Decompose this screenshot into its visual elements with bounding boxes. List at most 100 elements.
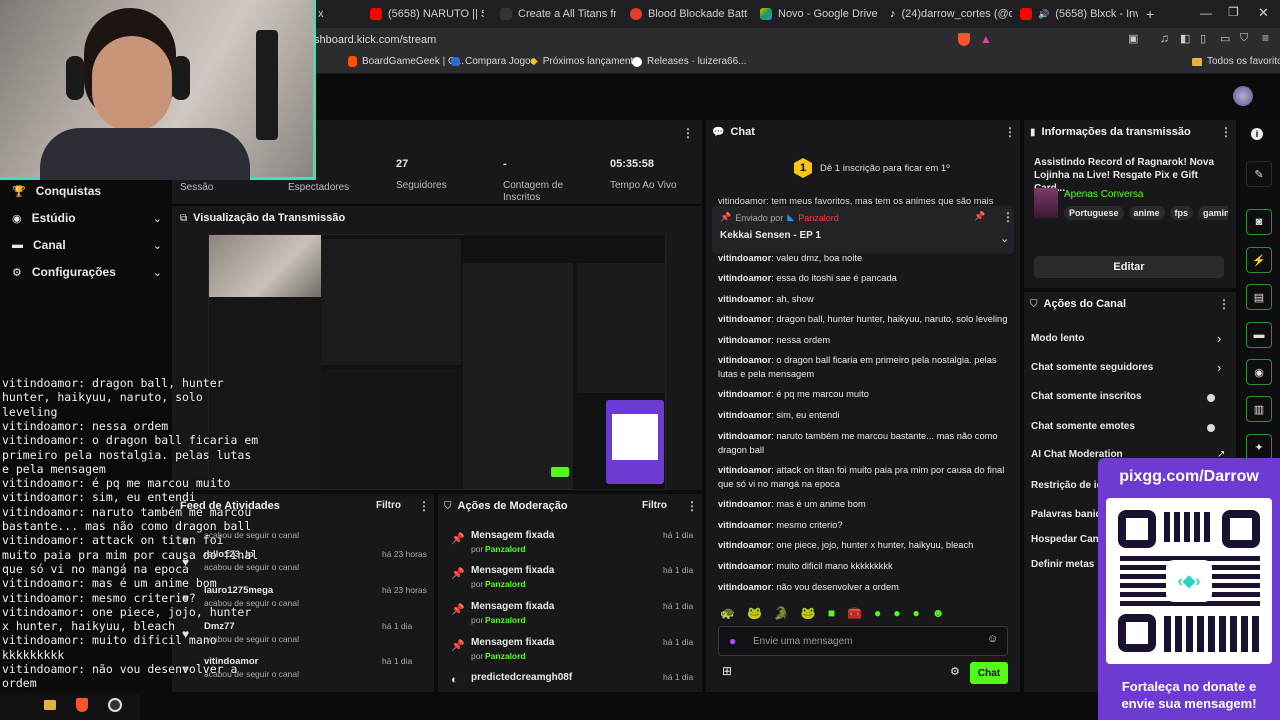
new-tab-icon[interactable]: + (1146, 6, 1154, 22)
bookmark-item[interactable]: ◆ Próximos lançament... (530, 56, 642, 67)
bookmark-icon[interactable]: ▯ (1200, 32, 1206, 45)
chat-username[interactable]: vitindoamor (718, 294, 771, 304)
channel-action-item[interactable]: Chat somente emotes (1031, 421, 1229, 437)
tag[interactable]: anime (1128, 206, 1165, 220)
chat-username[interactable]: vitindoamor (718, 540, 771, 550)
more-icon[interactable]: ⋮ (1002, 210, 1014, 224)
wrench-icon[interactable]: ✦ (1246, 434, 1272, 460)
menu-icon[interactable]: ≡ (1262, 31, 1269, 45)
emote-icon[interactable]: 🐊 (774, 606, 789, 620)
music-icon[interactable]: ♫ (1160, 31, 1169, 45)
screenshot-icon[interactable]: ▣ (1128, 32, 1138, 45)
emote-icon[interactable]: 🐸 (747, 606, 762, 620)
follower-name[interactable]: Dmz77 (204, 621, 235, 632)
chat-input[interactable]: ● Envie uma mensagem ☺ (718, 626, 1008, 656)
emote-icon[interactable]: 🐸 (801, 606, 816, 620)
vpn-icon[interactable]: ⛉ (1240, 32, 1248, 45)
emote-icon[interactable]: ● (893, 606, 900, 620)
sub-goal-banner[interactable]: 1 Dê 1 inscrição para ficar em 1º (794, 158, 950, 178)
url-field[interactable]: shboard.kick.com/stream (314, 34, 436, 46)
tag[interactable]: fps (1169, 206, 1194, 220)
moderator-name[interactable]: Panzalord (485, 579, 526, 589)
brave-rewards-icon[interactable]: ▲ (980, 32, 992, 46)
sidebar-icon[interactable]: ◧ (1180, 32, 1190, 45)
camera-icon[interactable]: ◙ (1246, 209, 1272, 235)
edit-button[interactable]: Editar (1034, 256, 1224, 278)
chat-username[interactable]: vitindoamor (718, 389, 771, 399)
browser-tab[interactable]: (5658) NARUTO || Silhouett (364, 0, 484, 28)
minimize-icon[interactable]: — (1200, 6, 1212, 20)
emote-icon[interactable]: ☻ (932, 606, 945, 620)
chat-username[interactable]: vitindoamor (718, 561, 771, 571)
chat-username[interactable]: vitindoamor (718, 273, 771, 283)
activity-filter-button[interactable]: Filtro (376, 500, 401, 511)
file-explorer-icon[interactable] (44, 700, 56, 710)
browser-tab[interactable]: Novo - Google Drive (754, 0, 878, 28)
info-icon[interactable]: i (1251, 128, 1263, 140)
chat-username[interactable]: vitindoamor (718, 314, 771, 324)
browser-tab[interactable]: ♪ (24)darrow_cortes (@darro (884, 0, 1012, 28)
moderation-item[interactable]: 📌 Mensagem fixada por Panzalord há 1 dia (447, 601, 697, 635)
close-icon[interactable]: ✕ (1258, 5, 1269, 21)
moderator-name[interactable]: Panzalord (485, 615, 526, 625)
brave-icon[interactable] (76, 698, 88, 712)
emoji-icon[interactable]: ☺ (987, 633, 998, 645)
maximize-icon[interactable]: ❐ (1228, 5, 1239, 19)
channel-action-item[interactable]: Chat somente seguidores › (1031, 360, 1229, 378)
bookmark-item[interactable]: BoardGameGeek | G... (348, 56, 464, 67)
emote-icon[interactable]: 🧰 (847, 606, 862, 620)
pencil-icon[interactable]: ✎ (1246, 161, 1272, 187)
settings-icon[interactable]: ⚙ (950, 665, 960, 678)
browser-tab[interactable]: Blood Blockade Battlefront (624, 0, 748, 28)
obs-icon[interactable] (108, 698, 122, 712)
sidebar-item-configuracoes[interactable]: ⚙ Configurações ⌄ (12, 265, 162, 279)
more-icon[interactable]: ⋮ (686, 499, 698, 513)
bookmark-item[interactable]: Compara Jogos (451, 56, 536, 67)
emote-icon[interactable]: 🐢 (720, 606, 735, 620)
emote-icon[interactable]: ● (913, 606, 920, 620)
browser-tab[interactable]: Create a All Titans from Att (494, 0, 616, 28)
chat-icon[interactable]: ▬ (1246, 322, 1272, 348)
moderation-item[interactable]: 📌 Mensagem fixada por Panzalord há 1 dia (447, 565, 697, 599)
emote-icon[interactable]: ■ (828, 606, 835, 620)
sidebar-item-estudio[interactable]: ◉ Estúdio ⌄ (12, 211, 162, 225)
all-bookmarks[interactable]: Todos os favoritos (1192, 56, 1280, 67)
wallet-icon[interactable]: ▭ (1220, 32, 1230, 45)
bookmark-item[interactable]: Releases · luizera66... (632, 56, 747, 67)
moderation-item[interactable]: ◐ predictedcreamgh08f há 1 dia (447, 672, 697, 706)
tag[interactable]: Portuguese (1064, 206, 1124, 220)
moderation-filter-button[interactable]: Filtro (642, 500, 667, 511)
chat-username[interactable]: vitindoamor (718, 582, 771, 592)
moderation-item[interactable]: 📌 Mensagem fixada por Panzalord há 1 dia (447, 637, 697, 671)
chat-send-button[interactable]: Chat (970, 662, 1008, 684)
chat-username[interactable]: vitindoamor (718, 431, 771, 441)
browser-tab[interactable]: x (312, 0, 364, 28)
chat-username[interactable]: vitindoamor (718, 410, 771, 420)
stream-preview-video[interactable] (208, 234, 666, 490)
layout-icon[interactable]: ▥ (1246, 396, 1272, 422)
more-icon[interactable]: ⋮ (1220, 125, 1232, 139)
more-icon[interactable]: ⋮ (418, 499, 430, 513)
sidebar-item-canal[interactable]: ▬ Canal ⌄ (12, 238, 162, 252)
category-name[interactable]: Apenas Conversa (1064, 189, 1144, 200)
avatar[interactable] (1233, 86, 1253, 106)
chat-username[interactable]: vitindoamor (718, 335, 771, 345)
more-icon[interactable]: ⋮ (682, 126, 694, 140)
pinned-message[interactable]: 📌 Enviado por ◣ Panzalord Kekkai Sensen … (712, 206, 1014, 254)
chevron-down-icon[interactable]: ⌄ (1000, 232, 1009, 245)
chat-username[interactable]: vitindoamor (718, 499, 771, 509)
unpin-icon[interactable]: 📌 (974, 211, 985, 222)
more-icon[interactable]: ⋮ (1004, 125, 1016, 139)
chat-username[interactable]: vitindoamor (718, 253, 771, 263)
chat-username[interactable]: vitindoamor (718, 520, 771, 530)
lightning-icon[interactable]: ⚡ (1246, 247, 1272, 273)
tag[interactable]: gaming (1198, 206, 1228, 220)
emote-icon[interactable]: ● (874, 606, 881, 620)
microphone-icon[interactable]: ● (729, 634, 736, 648)
more-icon[interactable]: ⋮ (1218, 297, 1230, 311)
brave-shield-icon[interactable] (958, 33, 970, 46)
moderator-name[interactable]: Panzalord (485, 544, 526, 554)
broadcast-icon[interactable]: ◉ (1246, 359, 1272, 385)
sidebar-item-conquistas[interactable]: 🏆 Conquistas (12, 184, 101, 198)
chat-username[interactable]: vitindoamor (718, 465, 771, 475)
